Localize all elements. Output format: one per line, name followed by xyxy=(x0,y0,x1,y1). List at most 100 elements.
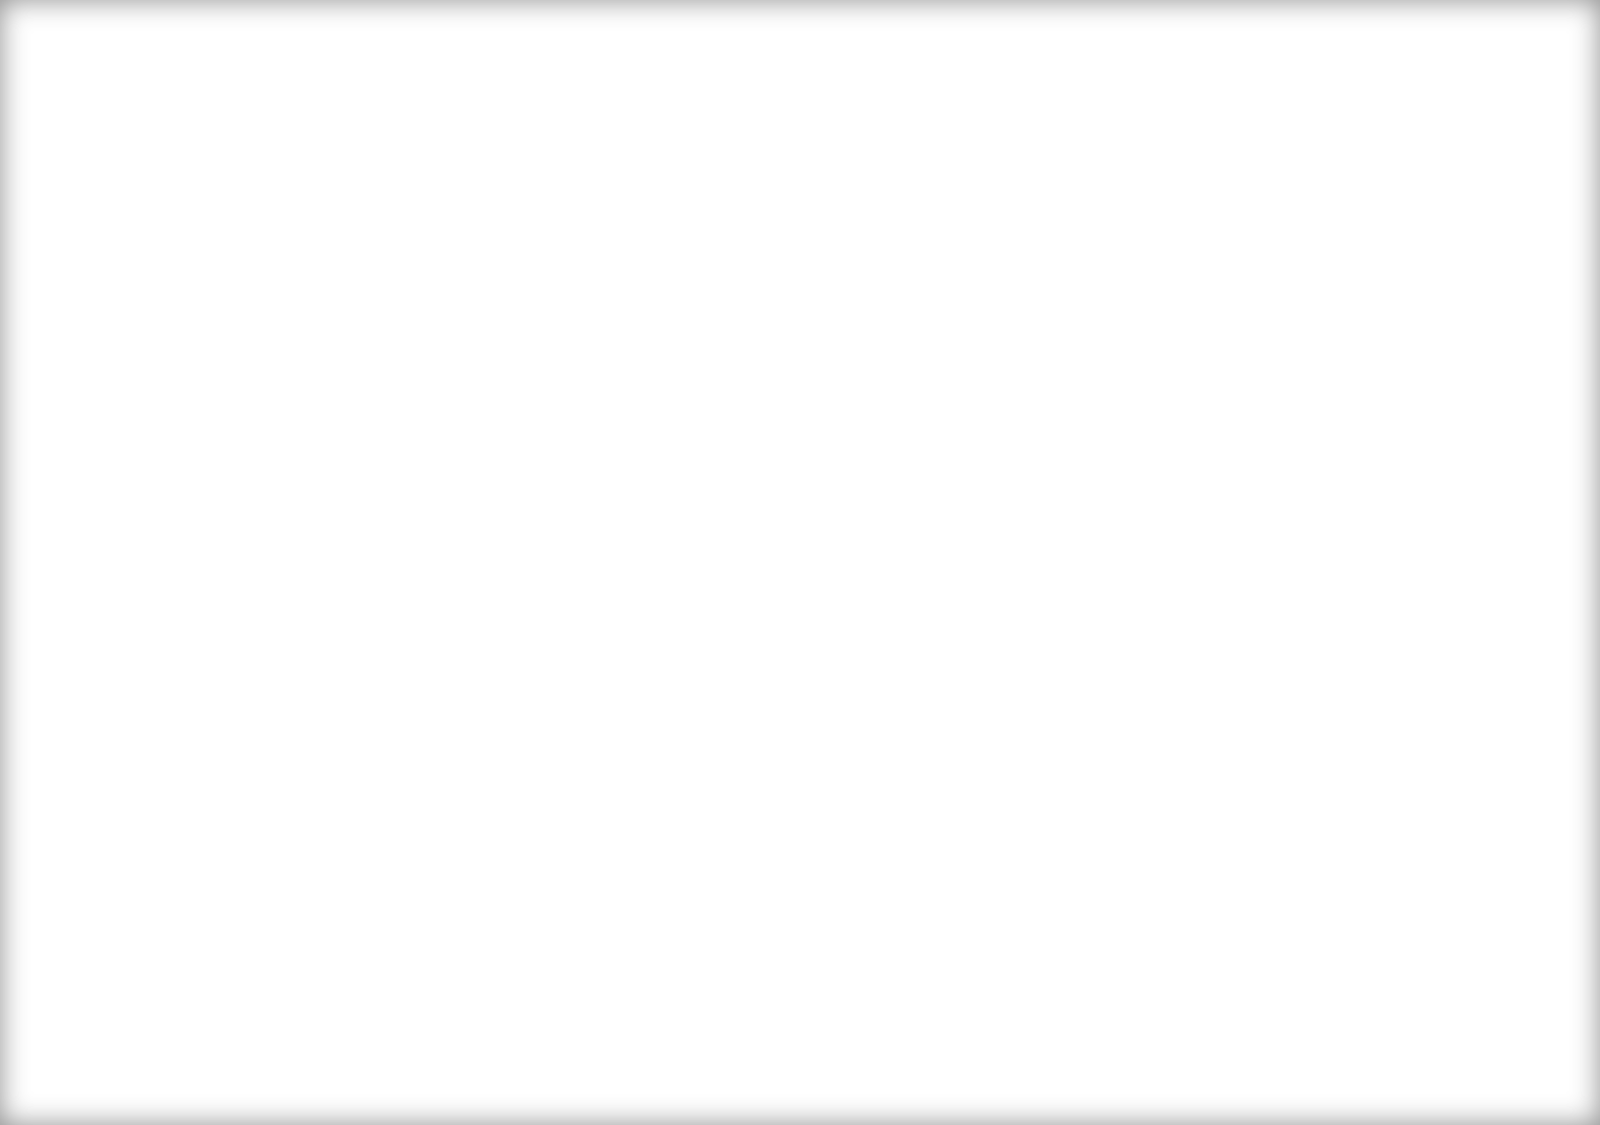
copd-logo[interactable]: COPD FOUNDATION xyxy=(124,147,327,179)
achievement-name: Pulmonary Rehab xyxy=(1237,1087,1374,1104)
svg-text:?: ? xyxy=(727,638,772,721)
tile-electives[interactable]: Electives xyxy=(143,594,377,816)
history-nav xyxy=(202,101,266,127)
achievement-name: Medications xyxy=(1237,747,1330,764)
minimize-window-button[interactable] xyxy=(149,107,163,121)
chat-bubbles-icon xyxy=(945,635,1047,721)
pinwheel-logo-icon xyxy=(127,149,153,176)
dashboard-main: Welcome Home! 1 My Activities Send a Mes… xyxy=(110,188,1168,1125)
points-needed-text: needed to reach xyxy=(1301,490,1411,506)
chevron-left-icon xyxy=(213,107,222,121)
share-icon xyxy=(1369,106,1383,122)
achievement-item[interactable]: Nutrition xyxy=(1183,994,1483,1062)
question-icon: ? xyxy=(704,631,796,723)
tile-360social[interactable]: 360Social xyxy=(878,594,1112,816)
tile-360social-label: 360Social xyxy=(953,777,1037,798)
achievements-list: Fundamentals Alpha-1 Medications Medication… xyxy=(1183,586,1483,1125)
level-number: 2 xyxy=(1309,318,1351,401)
tile-send-message-label: Send a Message xyxy=(433,509,577,530)
tile-electives-label: Electives xyxy=(221,777,299,798)
share-button[interactable] xyxy=(1354,101,1398,127)
browser-window: + COPD FOUNDATION xyxy=(110,92,1490,1125)
plus-icon: + xyxy=(1469,110,1482,135)
tile-course-overview-banner xyxy=(388,594,622,760)
achievement-name: Breathing and Living xyxy=(1237,951,1397,968)
level-label: Level xyxy=(1313,302,1347,318)
nav-home[interactable]: Home xyxy=(1310,155,1373,172)
address-bar[interactable] xyxy=(518,100,1074,130)
home-label: HOME xyxy=(607,1084,655,1101)
tile-course-overview-label: Course Overview xyxy=(432,777,578,798)
forward-button[interactable] xyxy=(234,101,266,127)
activities-count-badge: 1 xyxy=(337,328,379,370)
nav-my-activities[interactable]: My Activities xyxy=(1168,154,1275,172)
tile-course-overview[interactable]: Course Overview xyxy=(388,594,622,816)
lock-icon xyxy=(1183,801,1229,847)
home-hexagon-icon[interactable] xyxy=(598,998,664,1074)
list-icon xyxy=(1168,156,1185,170)
star-icon xyxy=(1183,665,1229,711)
tile-my-activities[interactable]: 1 My Activities xyxy=(143,326,379,548)
tile-send-message[interactable]: Send a Message xyxy=(388,326,622,548)
header-nav: My Activities Home Sharifa xyxy=(1133,138,1476,188)
search-icon xyxy=(528,108,542,122)
tile-view-results[interactable]: View My Results xyxy=(878,326,1112,548)
video-camera-icon xyxy=(452,371,558,447)
svg-text:3: 3 xyxy=(697,428,718,465)
new-tab-button[interactable]: + xyxy=(1460,108,1490,138)
star-icon xyxy=(1183,597,1229,643)
achievement-item[interactable]: Breathing and Living xyxy=(1183,926,1483,994)
sidebar-toggle-button[interactable] xyxy=(282,101,326,127)
svg-text:1: 1 xyxy=(697,353,718,394)
tile-view-results-label: View My Results xyxy=(924,509,1066,530)
zoom-window-button[interactable] xyxy=(172,107,186,121)
achievement-item[interactable]: Medication Devices xyxy=(1183,790,1483,858)
nav-my-activities-label: My Activities xyxy=(1191,154,1275,172)
nav-user-profile[interactable]: Sharifa xyxy=(1409,155,1476,172)
lock-icon xyxy=(1183,869,1229,915)
show-tabs-button[interactable] xyxy=(1406,101,1450,127)
tile-my-journal-label: My Journal xyxy=(703,509,797,530)
achievement-item[interactable]: Fundamentals xyxy=(1183,586,1483,654)
address-input[interactable] xyxy=(548,107,1048,123)
tile-view-results-banner xyxy=(878,326,1112,492)
achievement-name: Alpha-1 xyxy=(1237,679,1296,696)
compass-icon xyxy=(208,625,312,729)
svg-text:2: 2 xyxy=(697,390,718,432)
browser-toolbar: + xyxy=(110,92,1490,138)
tile-my-journal-banner: 1 2 3 xyxy=(633,326,867,492)
tile-course-help-label: Course Help xyxy=(697,777,803,798)
points-needed: 80 more points needed to reach Level 3 xyxy=(1169,490,1490,506)
achievement-name: Medication Devices xyxy=(1237,815,1386,832)
user-icon xyxy=(1409,156,1422,170)
lock-icon xyxy=(1183,1005,1229,1051)
achievement-item[interactable]: Exacerbations xyxy=(1183,858,1483,926)
tile-send-message-banner xyxy=(388,326,622,492)
achievement-item[interactable]: Pulmonary Rehab xyxy=(1183,1062,1483,1125)
achievement-name: Nutrition xyxy=(1237,1019,1304,1036)
sidebar-icon xyxy=(295,107,313,121)
nav-home-label: Home xyxy=(1333,154,1374,172)
tile-electives-banner xyxy=(143,594,377,760)
site-header: COPD FOUNDATION My Activities Home Shari… xyxy=(110,138,1490,188)
numbered-list-icon: 1 2 3 xyxy=(697,353,806,465)
dashboard-icon xyxy=(1311,161,1326,169)
tile-360social-banner xyxy=(878,594,1112,760)
achievement-item[interactable]: Medications xyxy=(1183,722,1483,790)
achievements-heading: Achievements xyxy=(1185,548,1324,573)
brand-name: COPD xyxy=(162,151,221,174)
welcome-heading: Welcome Home! xyxy=(154,224,413,263)
close-window-button[interactable] xyxy=(126,107,140,121)
lock-icon xyxy=(1183,937,1229,983)
tile-course-help-banner: ? xyxy=(633,594,867,760)
chevron-right-icon xyxy=(245,107,254,121)
tile-my-activities-label: My Activities xyxy=(207,509,313,530)
map-icon xyxy=(451,623,559,733)
tabs-overview-icon xyxy=(1420,106,1436,122)
bar-chart-icon xyxy=(933,361,1059,457)
achievement-name: Fundamentals xyxy=(1237,611,1346,628)
tile-my-journal[interactable]: 1 2 3 My Journal xyxy=(633,326,867,548)
achievement-item[interactable]: Alpha-1 xyxy=(1183,654,1483,722)
back-button[interactable] xyxy=(202,101,234,127)
tile-course-help[interactable]: ? Course Help xyxy=(633,594,867,816)
